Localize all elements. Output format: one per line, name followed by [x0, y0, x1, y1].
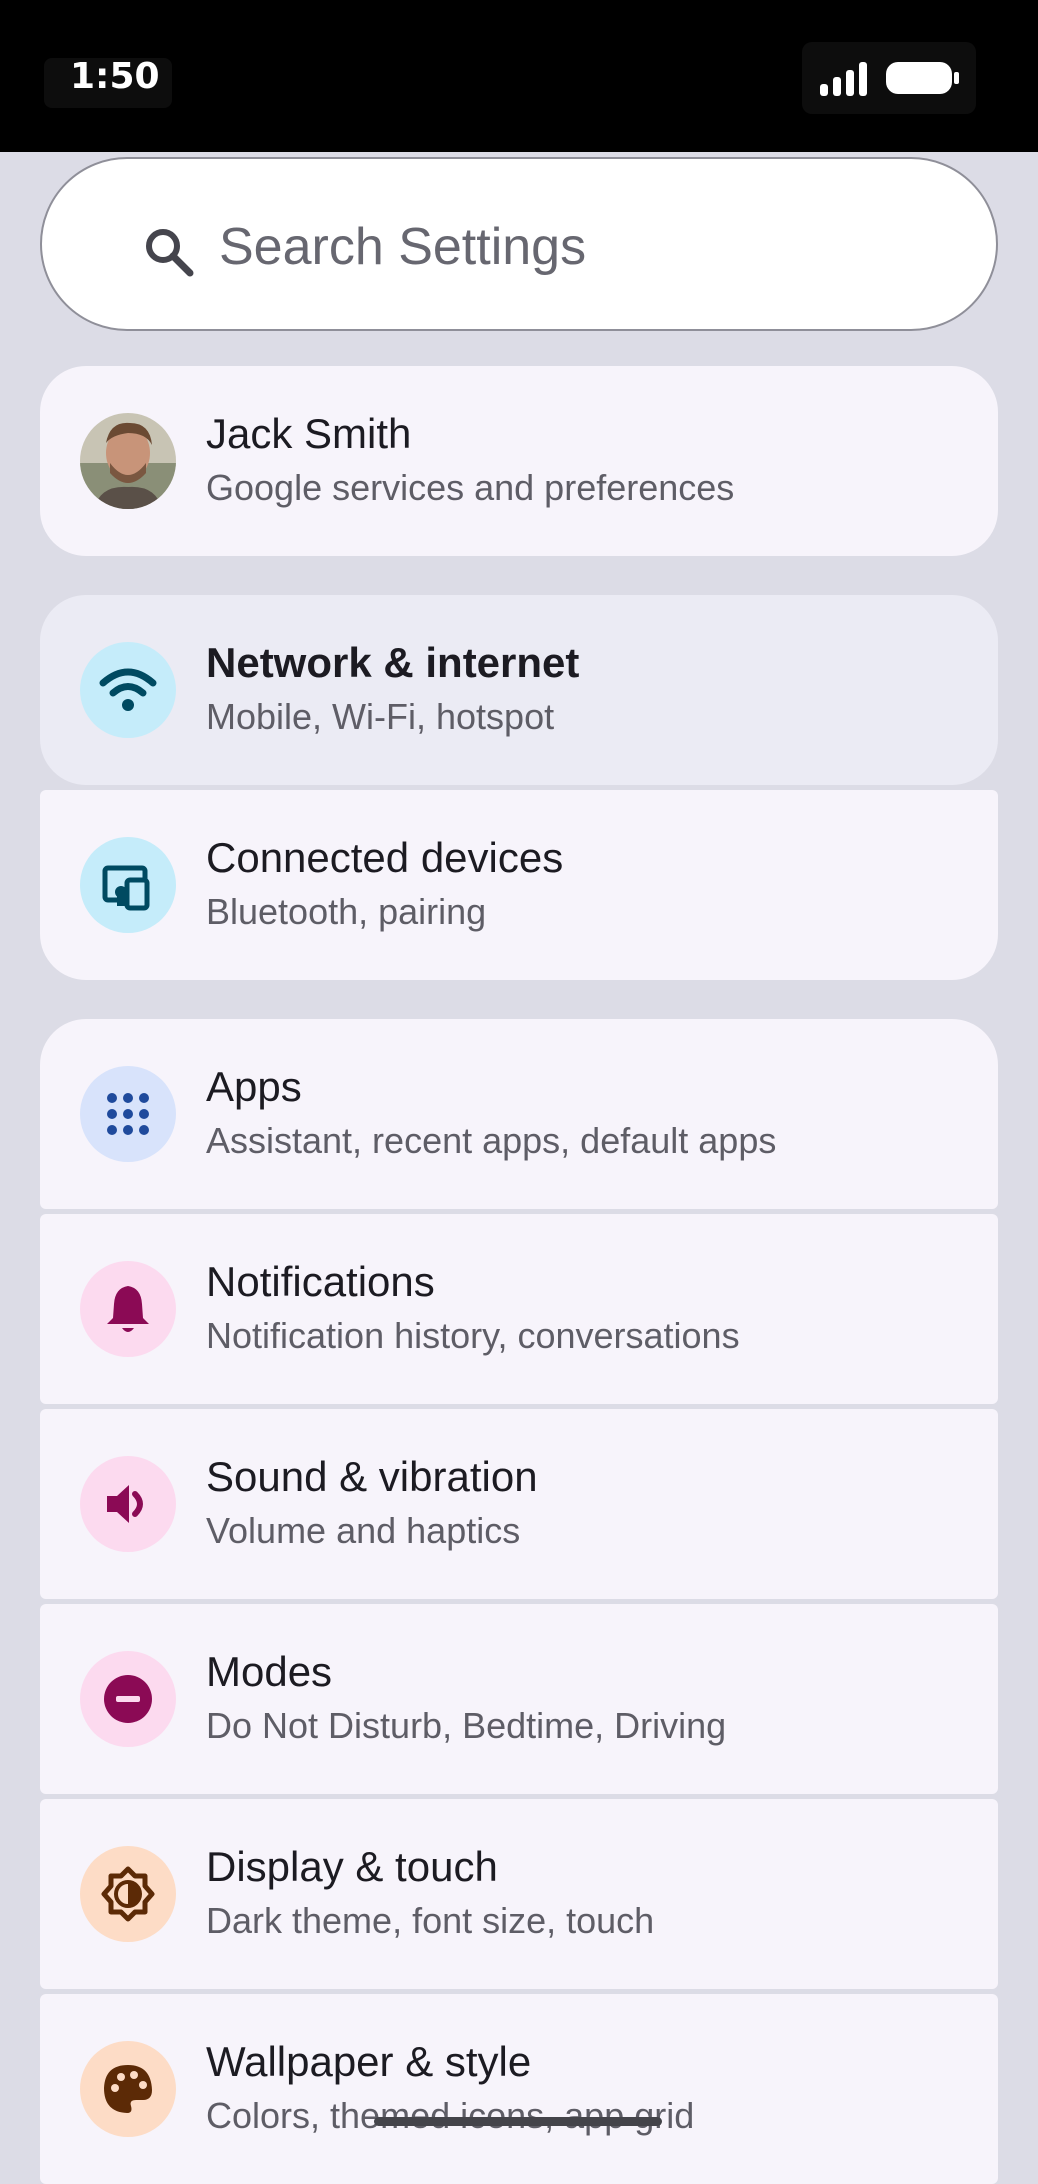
settings-item-notifications[interactable]: Notifications Notification history, conv…	[40, 1214, 998, 1404]
network-internet-title: Network & internet	[206, 639, 580, 686]
notifications-title: Notifications	[206, 1258, 435, 1305]
connected-devices-icon	[102, 865, 150, 911]
battery-icon	[886, 62, 959, 94]
account-subtitle: Google services and preferences	[206, 467, 735, 508]
wifi-icon	[99, 668, 157, 711]
bell-icon	[107, 1286, 149, 1332]
settings-item-display-touch[interactable]: Display & touch Dark theme, font size, t…	[40, 1799, 998, 1989]
notifications-icon-badge	[80, 1261, 176, 1357]
wallpaper-icon-badge	[80, 2041, 176, 2137]
search-bar[interactable]: Search Settings	[40, 157, 998, 331]
sound-icon-badge	[80, 1456, 176, 1552]
wallpaper-style-title: Wallpaper & style	[206, 2038, 532, 2085]
settings-item-connected-devices[interactable]: Connected devices Bluetooth, pairing	[40, 790, 998, 980]
settings-item-network-internet[interactable]: Network & internet Mobile, Wi-Fi, hotspo…	[40, 595, 998, 785]
connected-devices-title: Connected devices	[206, 834, 564, 881]
display-touch-subtitle: Dark theme, font size, touch	[206, 1900, 655, 1941]
apps-icon-badge	[80, 1066, 176, 1162]
sound-vibration-subtitle: Volume and haptics	[206, 1510, 521, 1551]
do-not-disturb-icon	[104, 1675, 152, 1723]
home-indicator[interactable]	[374, 2117, 662, 2126]
network-internet-subtitle: Mobile, Wi-Fi, hotspot	[206, 696, 555, 737]
brightness-icon	[101, 1866, 155, 1922]
status-bar: 1:50	[0, 0, 1038, 152]
connected-devices-icon-badge	[80, 837, 176, 933]
speaker-icon	[107, 1485, 143, 1523]
status-time: 1:50	[70, 56, 160, 97]
account-name: Jack Smith	[206, 410, 412, 457]
modes-subtitle: Do Not Disturb, Bedtime, Driving	[206, 1705, 727, 1746]
apps-title: Apps	[206, 1063, 302, 1110]
account-card[interactable]: Jack Smith Google services and preferenc…	[40, 366, 998, 556]
modes-title: Modes	[206, 1648, 333, 1695]
settings-item-wallpaper-style[interactable]: Wallpaper & style Colors, themed icons, …	[40, 1994, 998, 2184]
display-icon-badge	[80, 1846, 176, 1942]
search-icon	[146, 229, 194, 277]
settings-item-sound-vibration[interactable]: Sound & vibration Volume and haptics	[40, 1409, 998, 1599]
avatar	[80, 413, 176, 509]
settings-item-modes[interactable]: Modes Do Not Disturb, Bedtime, Driving	[40, 1604, 998, 1794]
wallpaper-style-subtitle: Colors, themed icons, app grid	[206, 2095, 695, 2136]
notifications-subtitle: Notification history, conversations	[206, 1315, 740, 1356]
search-placeholder: Search Settings	[219, 218, 587, 276]
wifi-icon-badge	[80, 642, 176, 738]
settings-item-apps[interactable]: Apps Assistant, recent apps, default app…	[40, 1019, 998, 1209]
apps-grid-icon	[107, 1093, 149, 1135]
display-touch-title: Display & touch	[206, 1843, 498, 1890]
apps-subtitle: Assistant, recent apps, default apps	[206, 1120, 777, 1161]
sound-vibration-title: Sound & vibration	[206, 1453, 538, 1500]
palette-icon	[104, 2065, 152, 2113]
signal-icon	[820, 62, 867, 96]
modes-icon-badge	[80, 1651, 176, 1747]
connected-devices-subtitle: Bluetooth, pairing	[206, 891, 487, 932]
settings-content[interactable]: Search Settings Jack Smith Google servic…	[0, 152, 1038, 2184]
